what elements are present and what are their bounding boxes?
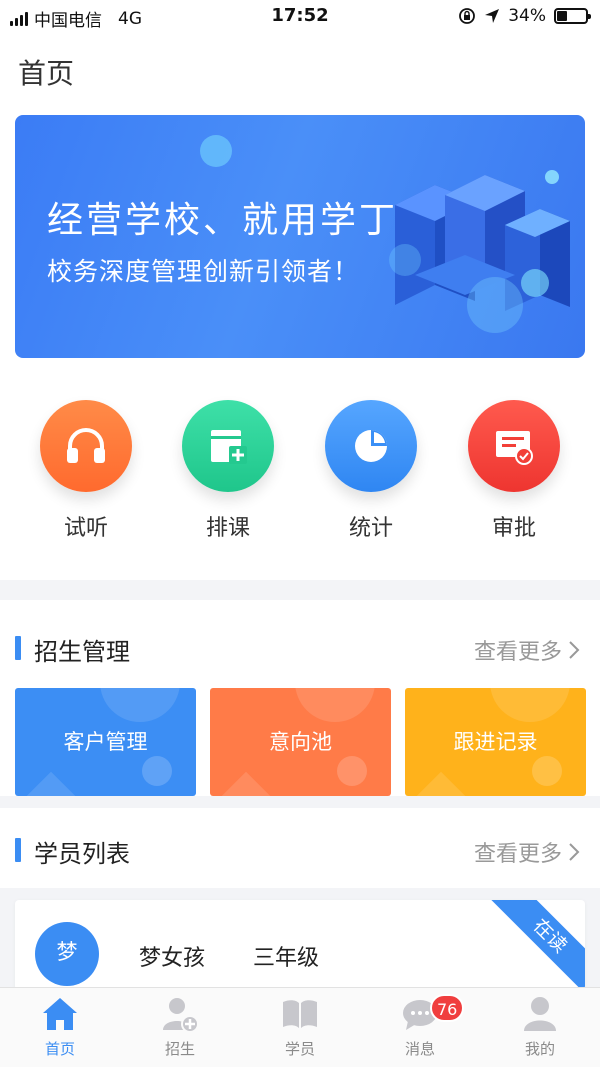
- enrollment-header: 招生管理 查看更多: [0, 600, 600, 688]
- tab-label: 学员: [284, 1040, 315, 1058]
- battery-icon: [554, 8, 591, 24]
- banner-headline: 经营学校、就用学丁: [47, 200, 399, 241]
- chevron-right-icon: [569, 641, 580, 659]
- tab-label: 消息: [404, 1040, 435, 1058]
- quick-actions: 试听 排课 统计 审批: [0, 400, 600, 550]
- enrollment-more-link[interactable]: 查看更多: [474, 634, 580, 666]
- student-name: 梦女孩: [139, 946, 206, 971]
- tab-label: 我的: [524, 1040, 555, 1058]
- pie-chart-icon: [325, 400, 417, 492]
- status-badge: 在读: [485, 900, 585, 990]
- card-label: 意向池: [269, 730, 332, 754]
- unread-badge: 76: [430, 994, 465, 1022]
- promo-banner[interactable]: 经营学校、就用学丁 校务深度管理创新引领者！: [15, 115, 585, 358]
- more-label: 查看更多: [473, 640, 562, 665]
- tab-home[interactable]: 首页: [0, 988, 120, 1067]
- headphones-icon: [40, 400, 132, 492]
- student-grade: 三年级: [253, 946, 320, 971]
- quick-action-label: 审批: [491, 516, 536, 541]
- tab-label: 招生: [164, 1040, 195, 1058]
- section-accent-bar: [15, 636, 21, 660]
- tab-enrollment[interactable]: 招生: [120, 988, 240, 1067]
- approval-icon: [468, 400, 560, 492]
- quick-action-approval[interactable]: 审批: [444, 400, 584, 542]
- battery-percent: 34%: [508, 6, 546, 26]
- card-label: 跟进记录: [453, 730, 538, 754]
- section-accent-bar: [15, 838, 21, 862]
- student-list-item[interactable]: 梦 梦女孩 三年级 在读: [15, 900, 585, 990]
- quick-action-label: 排课: [205, 516, 250, 541]
- quick-action-statistics[interactable]: 统计: [301, 400, 441, 542]
- quick-action-label: 统计: [348, 516, 393, 541]
- students-more-link[interactable]: 查看更多: [474, 836, 580, 868]
- quick-action-schedule[interactable]: 排课: [158, 400, 298, 542]
- quick-action-trial[interactable]: 试听: [16, 400, 156, 542]
- avatar: 梦: [35, 922, 99, 986]
- section-title: 招生管理: [34, 638, 130, 666]
- tab-profile[interactable]: 我的: [480, 988, 600, 1067]
- section-title: 学员列表: [34, 840, 130, 868]
- chevron-right-icon: [569, 843, 580, 861]
- city-buildings-illustration: [389, 175, 570, 333]
- banner-subline: 校务深度管理创新引领者！: [47, 257, 360, 286]
- tab-label: 首页: [44, 1040, 75, 1058]
- book-icon: [283, 1000, 317, 1028]
- profile-icon: [524, 997, 556, 1031]
- quick-action-label: 试听: [63, 516, 108, 541]
- schedule-add-icon: [182, 400, 274, 492]
- location-arrow-icon: [485, 9, 500, 23]
- card-customer-management[interactable]: 客户管理: [15, 688, 196, 796]
- tab-messages[interactable]: 76 消息: [360, 988, 480, 1067]
- rotation-lock-icon: [459, 8, 476, 24]
- add-user-icon: [163, 998, 199, 1033]
- status-right: 34%: [458, 6, 591, 26]
- card-intention-pool[interactable]: 意向池: [210, 688, 391, 796]
- tab-students[interactable]: 学员: [240, 988, 360, 1067]
- card-label: 客户管理: [63, 730, 148, 754]
- tab-bar: 首页 招生 学员 76 消息 我的: [0, 987, 600, 1067]
- home-icon: [43, 998, 77, 1030]
- page-title: 首页: [18, 57, 75, 90]
- students-header: 学员列表 查看更多: [0, 808, 600, 888]
- status-bar: 中国电信 4G 17:52 34%: [0, 0, 600, 32]
- card-follow-up-records[interactable]: 跟进记录: [405, 688, 586, 796]
- more-label: 查看更多: [473, 842, 562, 867]
- enrollment-cards: 客户管理 意向池 跟进记录: [0, 688, 600, 796]
